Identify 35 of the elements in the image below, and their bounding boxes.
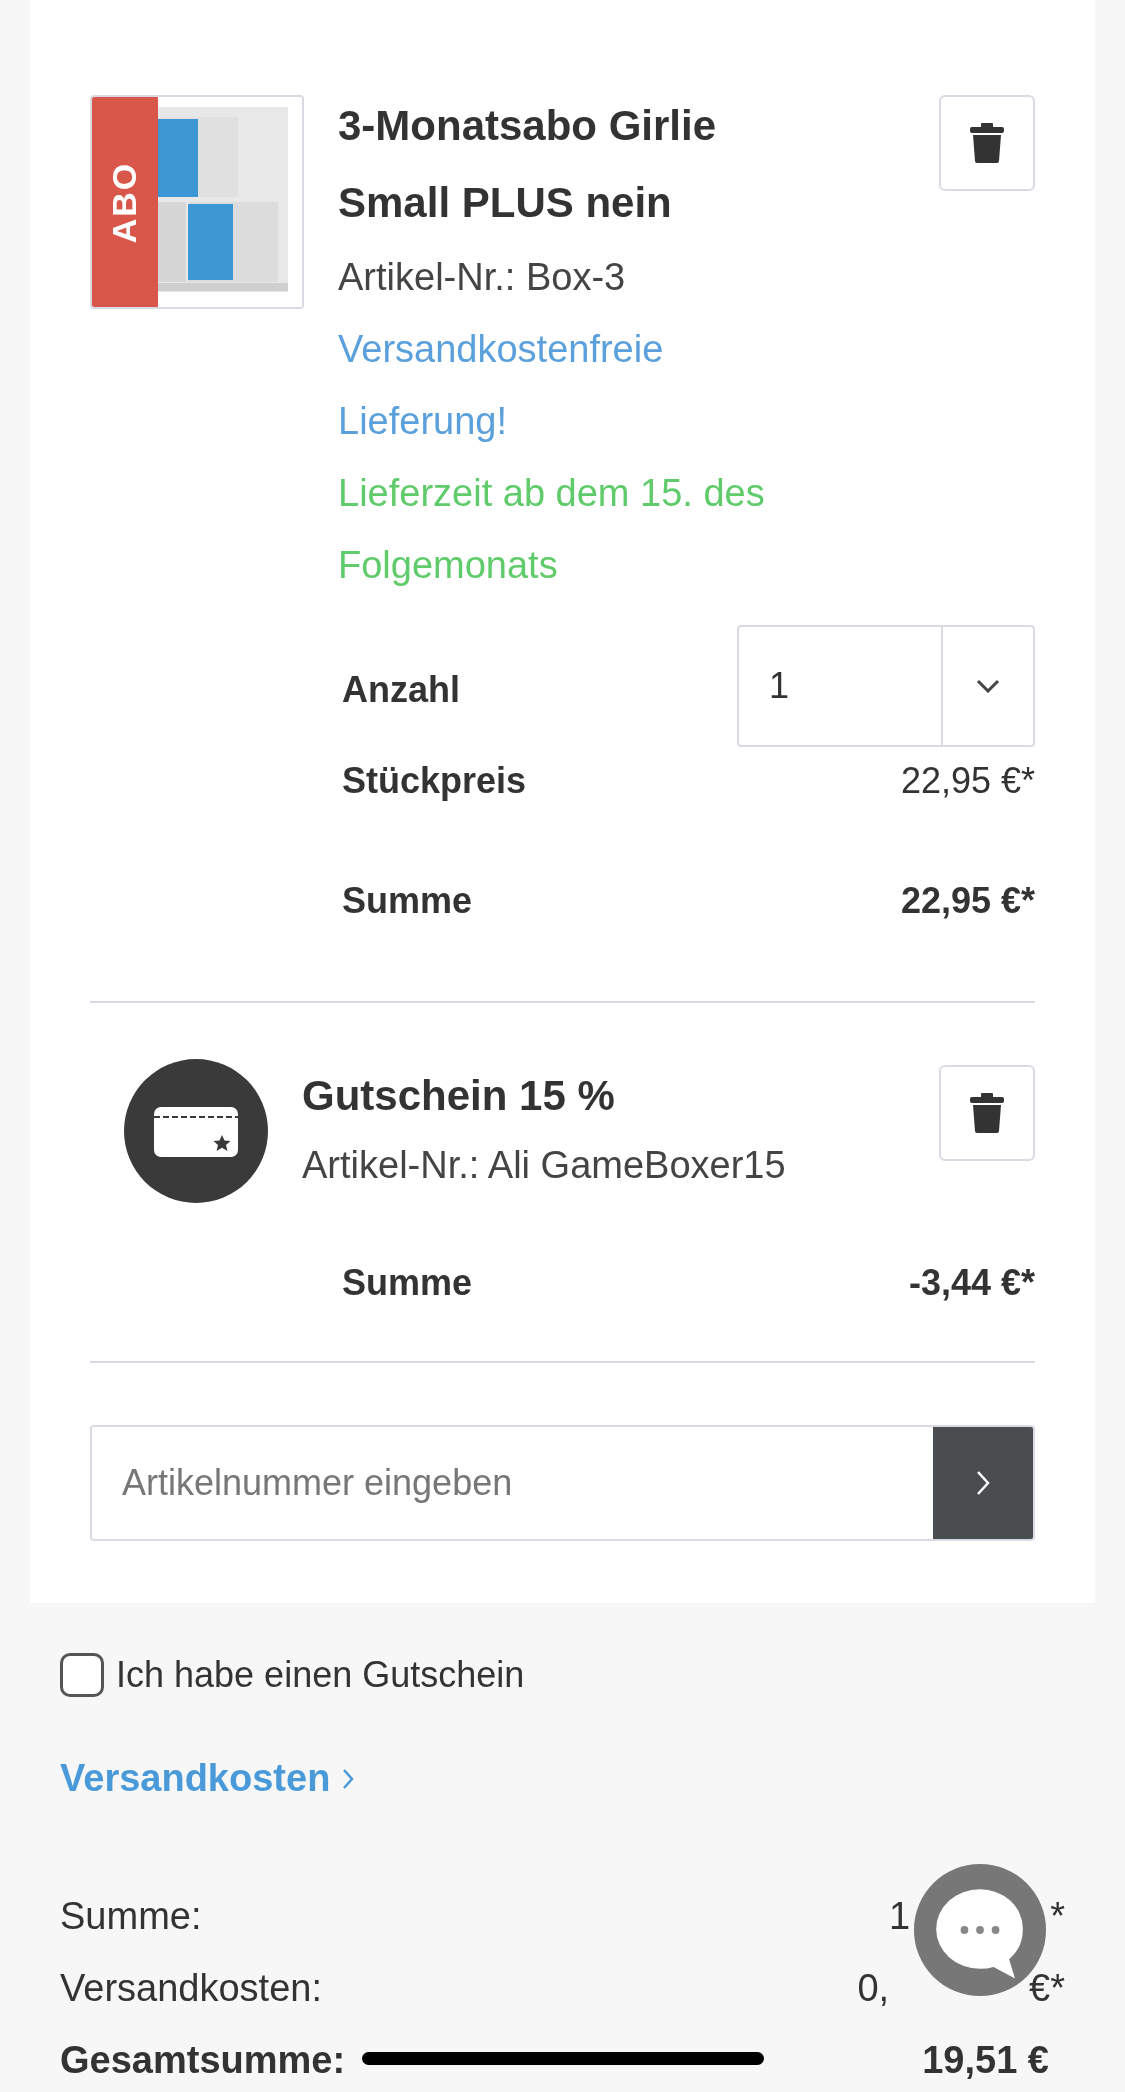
total-label: Gesamtsumme: (60, 2038, 346, 2082)
article-number-field[interactable]: Artikelnummer eingeben (90, 1425, 1035, 1541)
trash-icon (970, 1093, 1004, 1133)
chevron-right-icon (976, 1470, 990, 1496)
product-image[interactable]: ABO (90, 95, 304, 309)
trash-icon (970, 123, 1004, 163)
total-label: Versandkosten: (60, 1966, 322, 2010)
shipping-note: Versandkostenfreie Lieferung! (338, 327, 665, 444)
total-label: Summe: (60, 1894, 202, 1938)
voucher-checkbox[interactable] (60, 1653, 104, 1697)
sum-value: 22,95 €* (900, 880, 1035, 922)
quantity-label: Anzahl (342, 669, 460, 711)
voucher-icon (124, 1059, 268, 1203)
sum-label: Summe (342, 1262, 473, 1304)
chevron-down-icon (976, 679, 1000, 693)
total-value: 0, (857, 1966, 890, 2010)
delete-button[interactable] (939, 1065, 1035, 1161)
subscription-badge: ABO (92, 97, 158, 307)
sum-value: -3,44 €* (908, 1262, 1035, 1304)
total-value: €* (1029, 1966, 1065, 2010)
product-title[interactable]: 3-Monatsabo Girlie Small PLUS nein (338, 87, 808, 241)
article-number: Artikel-Nr.: Ali GameBoxer15 (302, 1143, 787, 1188)
total-value: 19,51 € (922, 2038, 1049, 2082)
total-value: * (1050, 1894, 1065, 1938)
checkbox-label[interactable]: Ich habe einen Gutschein (116, 1654, 525, 1696)
quantity-select[interactable]: 1 (737, 625, 1035, 747)
sum-label: Summe (342, 880, 473, 922)
delete-button[interactable] (939, 95, 1035, 191)
total-value: 1 (889, 1894, 911, 1938)
chevron-right-icon (342, 1767, 355, 1790)
article-number: Artikel-Nr.: Box-3 (338, 255, 627, 300)
voucher-title: Gutschein 15 % (302, 1071, 616, 1121)
delivery-note: Lieferzeit ab dem 15. des Folgemonats (338, 471, 766, 588)
unit-price-label: Stückpreis (342, 760, 527, 802)
unit-price-value: 22,95 €* (900, 760, 1035, 802)
